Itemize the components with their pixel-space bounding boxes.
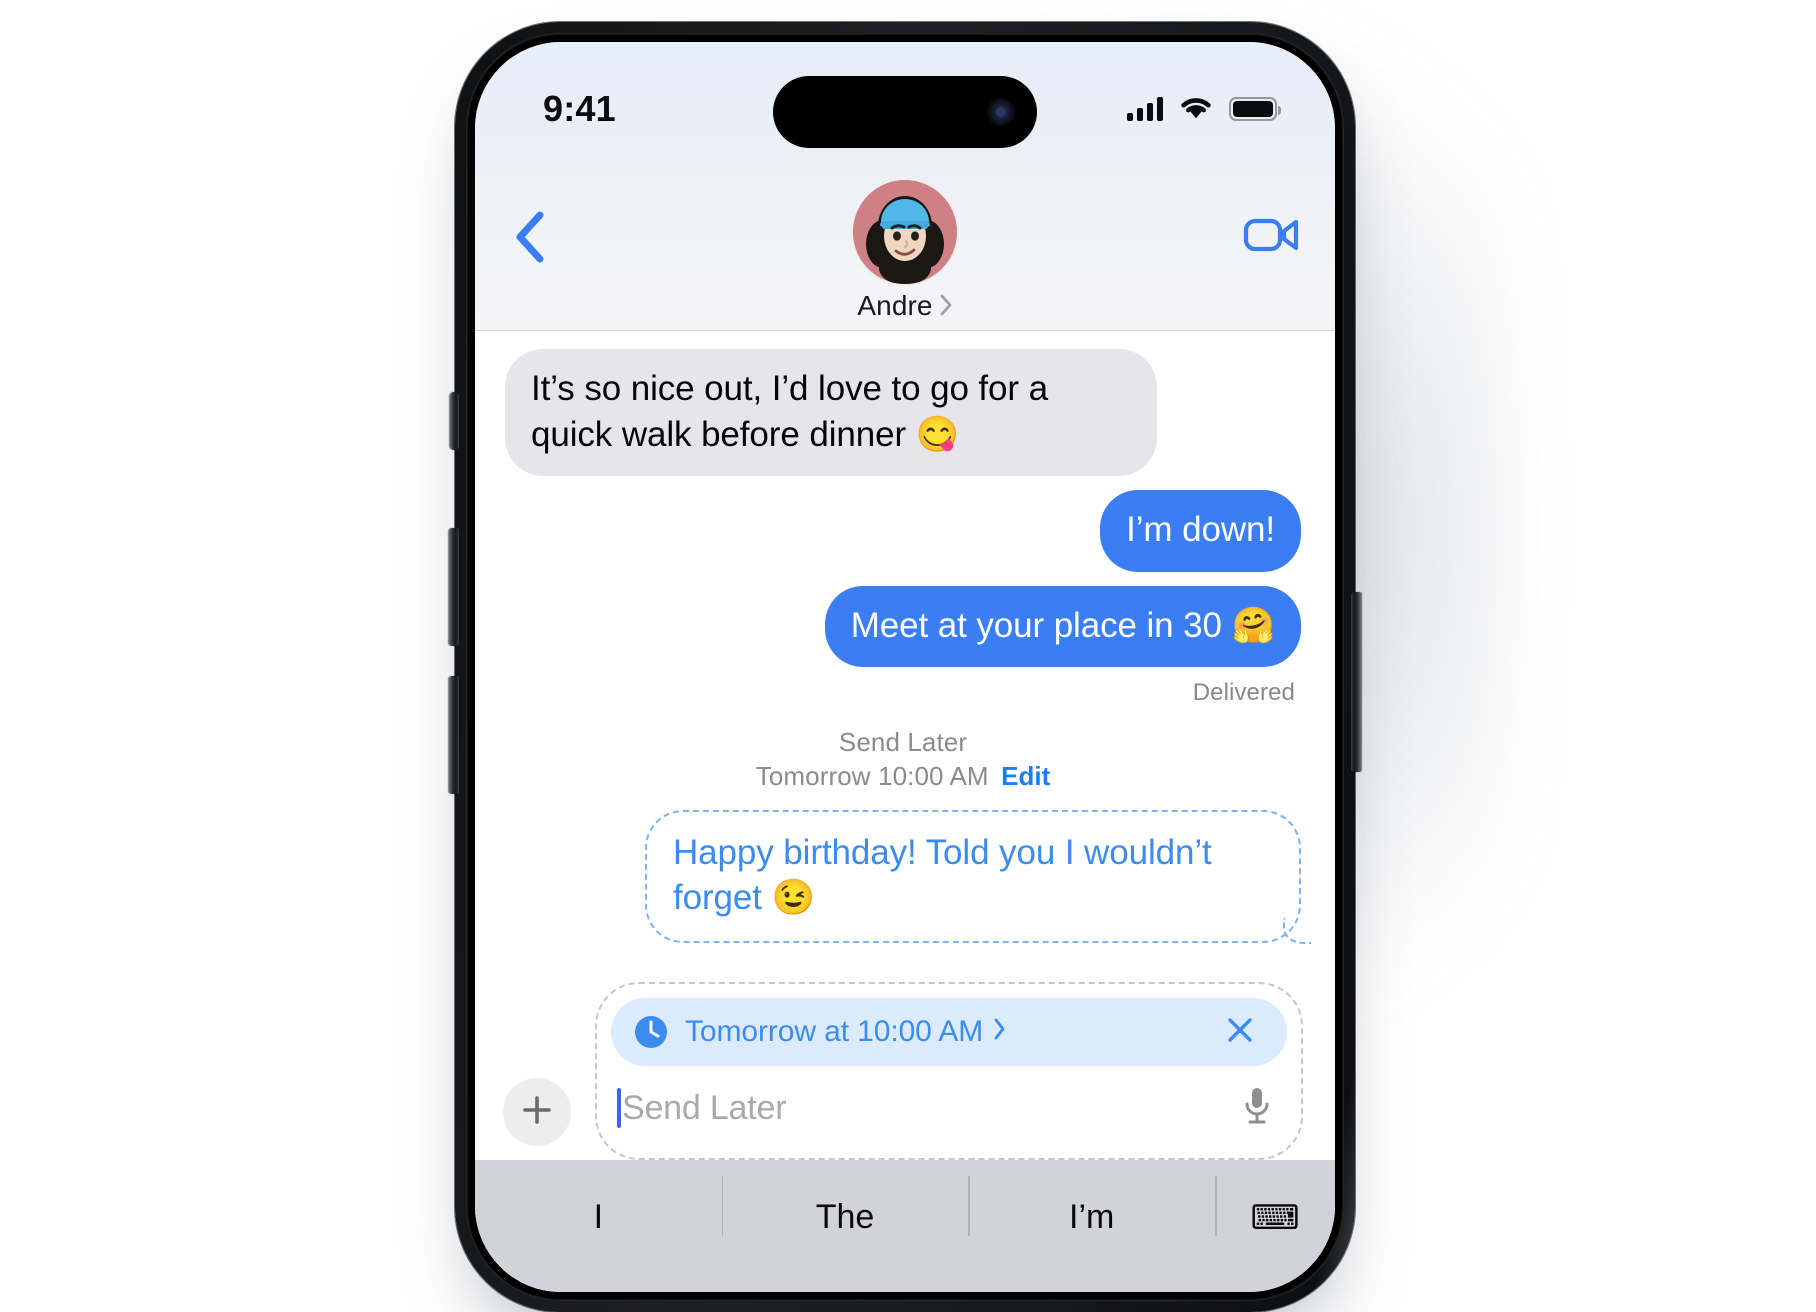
chat-nav-bar: Andre: [475, 162, 1335, 330]
message-row-outgoing: I’m down!: [505, 490, 1301, 572]
memoji-avatar-icon: [853, 180, 957, 284]
send-later-header: Send Later Tomorrow 10:00 AM Edit: [505, 725, 1301, 794]
text-cursor: [617, 1088, 621, 1128]
battery-level-fill: [1233, 101, 1273, 117]
prediction-option[interactable]: I’m: [968, 1176, 1215, 1237]
prediction-option[interactable]: The: [721, 1176, 969, 1237]
volume-up-button[interactable]: [449, 528, 459, 646]
schedule-pill-label-row: Tomorrow at 10:00 AM: [685, 1015, 1219, 1049]
silent-switch-button[interactable]: [450, 392, 459, 450]
text-input-row[interactable]: Send Later: [611, 1066, 1287, 1150]
video-camera-icon: [1243, 213, 1301, 262]
microphone-icon: [1242, 1085, 1272, 1132]
send-later-time: Tomorrow 10:00 AM: [755, 761, 989, 792]
contact-name: Andre: [857, 290, 933, 321]
send-later-title: Send Later: [838, 727, 968, 757]
chevron-right-icon: [993, 1015, 1006, 1049]
schedule-pill[interactable]: Tomorrow at 10:00 AM: [611, 998, 1287, 1066]
close-x-icon: [1222, 1012, 1258, 1053]
remove-schedule-button[interactable]: [1219, 1011, 1261, 1053]
avatar[interactable]: [853, 180, 957, 284]
battery-icon: [1229, 97, 1281, 121]
contact-header[interactable]: Andre: [853, 180, 957, 322]
composer-input-container[interactable]: Tomorrow at 10:00 AM Send Later: [595, 982, 1303, 1160]
prediction-option[interactable]: I: [475, 1198, 722, 1237]
clock-icon: [633, 1014, 669, 1050]
keyboard: I The I’m ⌨: [475, 1160, 1335, 1292]
front-camera-icon: [987, 98, 1015, 126]
message-bubble-outgoing[interactable]: I’m down!: [1100, 490, 1301, 572]
chevron-right-icon: [939, 293, 953, 322]
message-bubble-incoming[interactable]: It’s so nice out, I’d love to go for a q…: [486, 349, 1157, 476]
screenshot-stage: 9:41 Andre It’s so nice out, I’d love to…: [0, 0, 1816, 1312]
dynamic-island[interactable]: [773, 76, 1037, 148]
volume-down-button[interactable]: [449, 676, 459, 794]
send-later-edit-button[interactable]: Edit: [1001, 761, 1050, 791]
iphone-device-frame: 9:41 Andre It’s so nice out, I’d love to…: [449, 22, 1361, 1312]
message-input[interactable]: Send Later: [622, 1089, 1235, 1128]
message-row-incoming: It’s so nice out, I’d love to go for a q…: [486, 349, 1301, 476]
message-text: Meet at your place in 30 🤗: [850, 605, 1275, 645]
phone-screen: 9:41 Andre It’s so nice out, I’d love to…: [475, 42, 1335, 1292]
cellular-bars-icon: [1126, 97, 1163, 121]
message-row-scheduled: Happy birthday! Told you I wouldn’t forg…: [505, 809, 1311, 944]
chevron-left-icon: [513, 210, 547, 264]
dictation-button[interactable]: [1235, 1085, 1279, 1132]
message-bubble-outgoing[interactable]: Meet at your place in 30 🤗: [824, 585, 1322, 667]
message-composer: Tomorrow at 10:00 AM Send Later: [475, 982, 1335, 1160]
keyboard-switch-button[interactable]: ⌨: [1215, 1176, 1335, 1238]
status-indicators: [1126, 94, 1281, 125]
contact-name-row[interactable]: Andre: [857, 290, 952, 322]
facetime-button[interactable]: [1243, 212, 1301, 262]
wifi-icon: [1178, 94, 1214, 125]
scheduled-message-bubble[interactable]: Happy birthday! Told you I wouldn’t forg…: [645, 809, 1311, 944]
add-attachment-button[interactable]: [503, 1078, 571, 1146]
back-button[interactable]: [503, 210, 557, 264]
message-text: It’s so nice out, I’d love to go for a q…: [531, 369, 1048, 454]
predictive-text-bar: I The I’m ⌨: [475, 1160, 1335, 1292]
schedule-pill-label: Tomorrow at 10:00 AM: [685, 1015, 984, 1048]
message-row-outgoing: Meet at your place in 30 🤗: [505, 585, 1322, 667]
message-text: I’m down!: [1126, 510, 1275, 549]
power-button[interactable]: [1351, 592, 1361, 772]
plus-icon: [520, 1093, 554, 1132]
scheduled-message-text: Happy birthday! Told you I wouldn’t forg…: [673, 832, 1212, 918]
delivery-status: Delivered: [1192, 679, 1295, 706]
status-time: 9:41: [543, 88, 616, 129]
